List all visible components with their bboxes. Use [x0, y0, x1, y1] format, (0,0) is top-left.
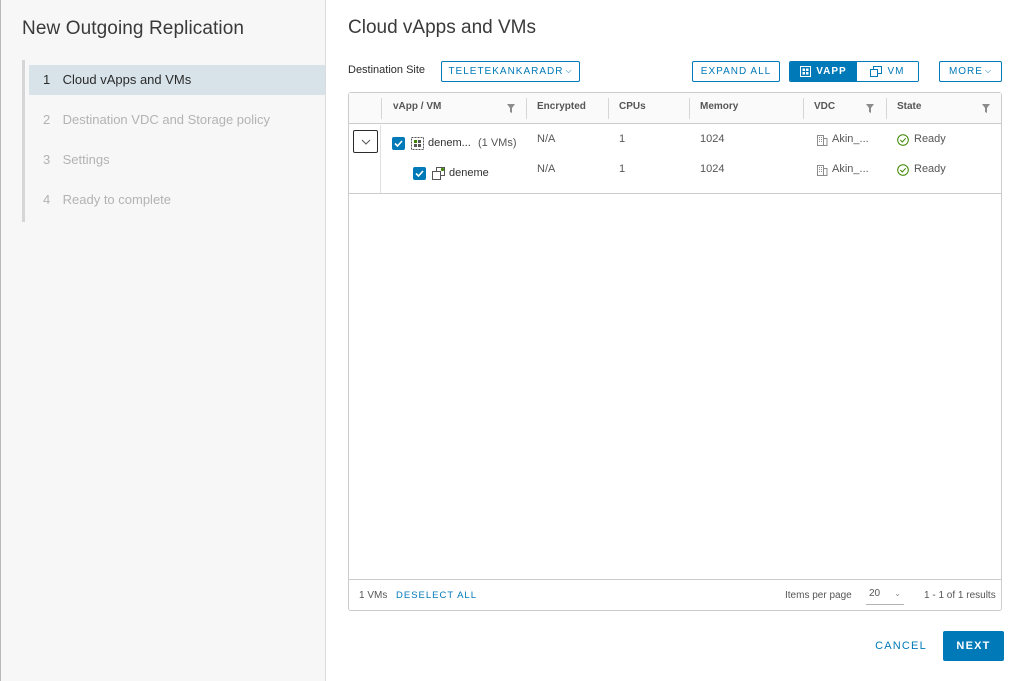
step-label: Ready to complete: [62, 192, 172, 207]
cell-encrypted: N/A: [537, 163, 556, 175]
cancel-button[interactable]: CANCEL: [868, 631, 934, 661]
items-per-page-label: Items per page: [785, 590, 852, 601]
pagination-results: 1 - 1 of 1 results: [924, 590, 996, 601]
vapp-row-checkbox[interactable]: [392, 137, 405, 150]
cell-state: Ready: [914, 163, 946, 175]
step-number: 1: [43, 72, 51, 87]
column-header-vapp-vm[interactable]: vApp / VM: [382, 93, 526, 124]
wizard-steps: 1 Cloud vApps and VMs 2 Destination VDC …: [22, 60, 326, 222]
vapp-name-link[interactable]: denem...: [428, 137, 471, 149]
step-label: Cloud vApps and VMs: [62, 72, 192, 87]
deselect-all-button[interactable]: DESELECT ALL: [396, 590, 477, 601]
checkmark-icon: [415, 170, 424, 177]
destination-site-value: TELETEKANKARADR: [448, 66, 564, 77]
cell-state: Ready: [914, 133, 946, 145]
step-number: 3: [43, 152, 51, 167]
vm-row-checkbox[interactable]: [413, 167, 426, 180]
vm-view-button[interactable]: VM: [856, 62, 918, 81]
more-label: MORE: [948, 66, 983, 77]
datagrid-footer: 1 VMs DESELECT ALL Items per page 20 ⌄ 1…: [349, 579, 1001, 610]
column-header-encrypted[interactable]: Encrypted: [526, 93, 608, 124]
step-ready-to-complete: 4 Ready to complete: [29, 185, 325, 215]
filter-icon[interactable]: [982, 104, 990, 113]
destination-site-dropdown[interactable]: TELETEKANKARADR ⌵: [441, 61, 580, 82]
vm-name-link[interactable]: deneme: [449, 167, 489, 179]
destination-site-label: Destination Site: [348, 64, 426, 76]
filter-icon[interactable]: [866, 104, 874, 113]
cell-cpus: 1: [619, 133, 626, 145]
vapp-row-group: denem... (1 VMs) N/A 1 1024 Akin_... Rea…: [349, 125, 1001, 194]
step-label: Destination VDC and Storage policy: [62, 112, 271, 127]
step-label: Settings: [62, 152, 110, 167]
vapp-vm-count: (1 VMs): [478, 137, 517, 149]
step-cloud-vapps-and-vms[interactable]: 1 Cloud vApps and VMs: [29, 65, 325, 95]
next-button[interactable]: NEXT: [943, 631, 1004, 661]
filter-icon[interactable]: [507, 104, 515, 113]
selected-count: 1 VMs: [359, 590, 388, 601]
step-settings: 3 Settings: [29, 145, 325, 175]
cell-vdc: Akin_...: [832, 163, 869, 175]
cell-encrypted: N/A: [537, 133, 556, 145]
vapp-icon: [411, 137, 424, 150]
success-check-icon: [897, 164, 909, 176]
row-expand-button[interactable]: [353, 130, 378, 153]
page-title: Cloud vApps and VMs: [348, 17, 536, 38]
items-per-page-select[interactable]: 20 ⌄: [866, 584, 904, 605]
vapps-datagrid: vApp / VM Encrypted CPUs Memory VDC Stat…: [348, 92, 1002, 611]
vm-view-label: VM: [887, 66, 905, 77]
wizard-title: New Outgoing Replication: [22, 18, 245, 39]
view-toggle: VAPP VM: [789, 61, 919, 82]
expander-column: [349, 125, 381, 193]
vdc-building-icon: [817, 135, 828, 146]
cell-vdc: Akin_...: [832, 133, 869, 145]
cell-cpus: 1: [619, 163, 626, 175]
chevron-down-icon: ⌵: [565, 66, 573, 75]
more-button[interactable]: MORE ⌵: [939, 61, 1002, 82]
step-destination-vdc: 2 Destination VDC and Storage policy: [29, 105, 325, 135]
step-number: 2: [43, 112, 51, 127]
chevron-down-icon: [361, 139, 370, 145]
column-header-cpus[interactable]: CPUs: [608, 93, 689, 124]
vm-icon: [432, 167, 445, 180]
chevron-down-icon: ⌵: [984, 66, 993, 75]
expand-all-button[interactable]: EXPAND ALL: [692, 61, 780, 82]
vdc-building-icon: [817, 165, 828, 176]
items-per-page-value: 20: [869, 588, 881, 599]
step-number: 4: [43, 192, 51, 207]
column-header-memory[interactable]: Memory: [689, 93, 803, 124]
checkmark-icon: [394, 140, 403, 147]
vm-icon: [870, 66, 883, 77]
vapp-view-button[interactable]: VAPP: [790, 62, 857, 81]
wizard-sidebar: New Outgoing Replication 1 Cloud vApps a…: [1, 0, 326, 681]
datagrid-header: vApp / VM Encrypted CPUs Memory VDC Stat…: [349, 93, 1001, 124]
cell-memory: 1024: [700, 133, 725, 145]
vapp-view-label: VAPP: [816, 66, 847, 77]
success-check-icon: [897, 134, 909, 146]
vapp-icon: [800, 66, 812, 77]
cell-memory: 1024: [700, 163, 725, 175]
chevron-down-icon: ⌄: [894, 589, 901, 598]
